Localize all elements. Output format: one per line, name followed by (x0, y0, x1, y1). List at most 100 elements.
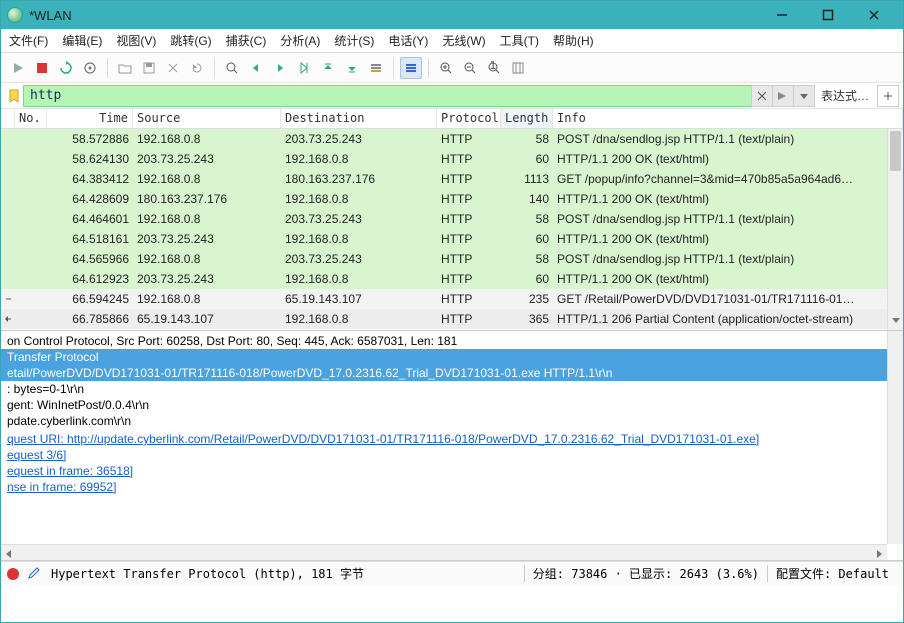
maximize-button[interactable] (805, 1, 851, 29)
detail-link[interactable]: quest URI: http://update.cyberlink.com/R… (1, 431, 903, 447)
cell-info: POST /dna/sendlog.jsp HTTP/1.1 (text/pla… (553, 211, 903, 227)
packet-list-scrollbar[interactable] (887, 129, 903, 330)
reload-icon[interactable] (186, 57, 208, 79)
col-length[interactable]: Length (501, 109, 553, 128)
goto-first-icon[interactable] (317, 57, 339, 79)
packet-row[interactable]: 64.428609180.163.237.176192.168.0.8HTTP1… (1, 189, 903, 209)
display-filter-input[interactable] (23, 85, 752, 107)
menu-help[interactable]: 帮助(H) (553, 32, 594, 49)
expression-button[interactable]: 表达式… (821, 87, 869, 104)
zoom-out-icon[interactable] (459, 57, 481, 79)
detail-line[interactable]: gent: WinInetPost/0.0.4\r\n (1, 397, 903, 413)
detail-line-selected[interactable]: Transfer Protocol (1, 349, 903, 365)
menu-file[interactable]: 文件(F) (9, 32, 48, 49)
detail-line[interactable]: on Control Protocol, Src Port: 60258, Ds… (1, 333, 903, 349)
scrollbar-thumb[interactable] (890, 131, 901, 171)
filter-apply-button[interactable] (772, 85, 794, 107)
window-title: *WLAN (29, 8, 759, 23)
goto-last-icon[interactable] (341, 57, 363, 79)
menu-capture[interactable]: 捕获(C) (226, 32, 267, 49)
stop-capture-icon[interactable] (31, 57, 53, 79)
filter-bookmark-icon[interactable] (5, 87, 23, 105)
cell-no (15, 158, 47, 160)
cell-time: 66.785866 (47, 311, 133, 327)
filter-add-button[interactable] (877, 85, 899, 107)
details-scrollbar-vertical[interactable] (887, 331, 903, 544)
menu-go[interactable]: 跳转(G) (170, 32, 211, 49)
col-no[interactable]: No. (15, 109, 47, 128)
packet-row[interactable]: 58.624130203.73.25.243192.168.0.8HTTP60H… (1, 149, 903, 169)
cell-info: POST /dna/sendlog.jsp HTTP/1.1 (text/pla… (553, 251, 903, 267)
detail-line[interactable]: : bytes=0-1\r\n (1, 381, 903, 397)
cell-proto: HTTP (437, 271, 501, 287)
packet-row[interactable]: 64.383412192.168.0.8180.163.237.176HTTP1… (1, 169, 903, 189)
filter-clear-button[interactable] (751, 85, 773, 107)
go-forward-icon[interactable] (269, 57, 291, 79)
capture-status-icon[interactable] (7, 568, 19, 580)
toolbar: 1 (1, 53, 903, 83)
auto-scroll-icon[interactable] (365, 57, 387, 79)
packet-row[interactable]: 58.572886192.168.0.8203.73.25.243HTTP58P… (1, 129, 903, 149)
col-source[interactable]: Source (133, 109, 281, 128)
menu-statistics[interactable]: 统计(S) (334, 32, 374, 49)
status-profile[interactable]: 配置文件: Default (767, 565, 897, 582)
wireshark-logo-icon (7, 7, 23, 23)
cell-time: 64.383412 (47, 171, 133, 187)
col-info[interactable]: Info (553, 109, 903, 128)
detail-line-selected[interactable]: etail/PowerDVD/DVD171031-01/TR171116-018… (1, 365, 903, 381)
menu-analyze[interactable]: 分析(A) (280, 32, 320, 49)
menu-telephony[interactable]: 电话(Y) (388, 32, 428, 49)
col-protocol[interactable]: Protocol (437, 109, 501, 128)
scroll-down-icon[interactable] (891, 314, 901, 328)
close-button[interactable] (851, 1, 897, 29)
filter-history-button[interactable] (793, 85, 815, 107)
packet-details[interactable]: on Control Protocol, Src Port: 60258, Ds… (1, 331, 903, 561)
details-scrollbar-horizontal[interactable] (1, 544, 887, 560)
cell-len: 60 (501, 271, 553, 287)
packet-row[interactable]: 66.594245192.168.0.865.19.143.107HTTP235… (1, 289, 903, 309)
detail-link[interactable]: nse in frame: 69952] (1, 479, 903, 495)
save-file-icon[interactable] (138, 57, 160, 79)
close-file-icon[interactable] (162, 57, 184, 79)
detail-link[interactable]: equest in frame: 36518] (1, 463, 903, 479)
cell-src: 180.163.237.176 (133, 191, 281, 207)
cell-proto: HTTP (437, 311, 501, 327)
cell-time: 66.594245 (47, 291, 133, 307)
menu-wireless[interactable]: 无线(W) (442, 32, 485, 49)
packet-row[interactable]: 64.464601192.168.0.8203.73.25.243HTTP58P… (1, 209, 903, 229)
detail-line[interactable]: pdate.cyberlink.com\r\n (1, 413, 903, 429)
packet-row[interactable]: 64.565966192.168.0.8203.73.25.243HTTP58P… (1, 249, 903, 269)
packet-list: No. Time Source Destination Protocol Len… (1, 109, 903, 331)
resize-columns-icon[interactable] (507, 57, 529, 79)
cell-len: 235 (501, 291, 553, 307)
menu-view[interactable]: 视图(V) (116, 32, 156, 49)
packet-row[interactable]: 64.612923203.73.25.243192.168.0.8HTTP60H… (1, 269, 903, 289)
colorize-icon[interactable] (400, 57, 422, 79)
col-time[interactable]: Time (47, 109, 133, 128)
zoom-in-icon[interactable] (435, 57, 457, 79)
scroll-left-icon[interactable] (4, 548, 14, 561)
menu-tools[interactable]: 工具(T) (500, 32, 539, 49)
col-destination[interactable]: Destination (281, 109, 437, 128)
restart-capture-icon[interactable] (55, 57, 77, 79)
cell-len: 58 (501, 211, 553, 227)
start-capture-icon[interactable] (7, 57, 29, 79)
menu-edit[interactable]: 编辑(E) (62, 32, 102, 49)
edit-icon[interactable] (27, 566, 43, 582)
capture-options-icon[interactable] (79, 57, 101, 79)
detail-link[interactable]: equest 3/6] (1, 447, 903, 463)
go-back-icon[interactable] (245, 57, 267, 79)
arrow-in-icon (1, 312, 15, 326)
minimize-button[interactable] (759, 1, 805, 29)
zoom-reset-icon[interactable]: 1 (483, 57, 505, 79)
find-icon[interactable] (221, 57, 243, 79)
packet-row[interactable]: 66.78586665.19.143.107192.168.0.8HTTP365… (1, 309, 903, 329)
scroll-right-icon[interactable] (874, 548, 884, 561)
packet-row[interactable]: 64.518161203.73.25.243192.168.0.8HTTP60H… (1, 229, 903, 249)
goto-packet-icon[interactable] (293, 57, 315, 79)
open-file-icon[interactable] (114, 57, 136, 79)
cell-dst: 192.168.0.8 (281, 231, 437, 247)
arrow-none (1, 158, 15, 160)
cell-src: 192.168.0.8 (133, 171, 281, 187)
arrow-none (1, 138, 15, 140)
